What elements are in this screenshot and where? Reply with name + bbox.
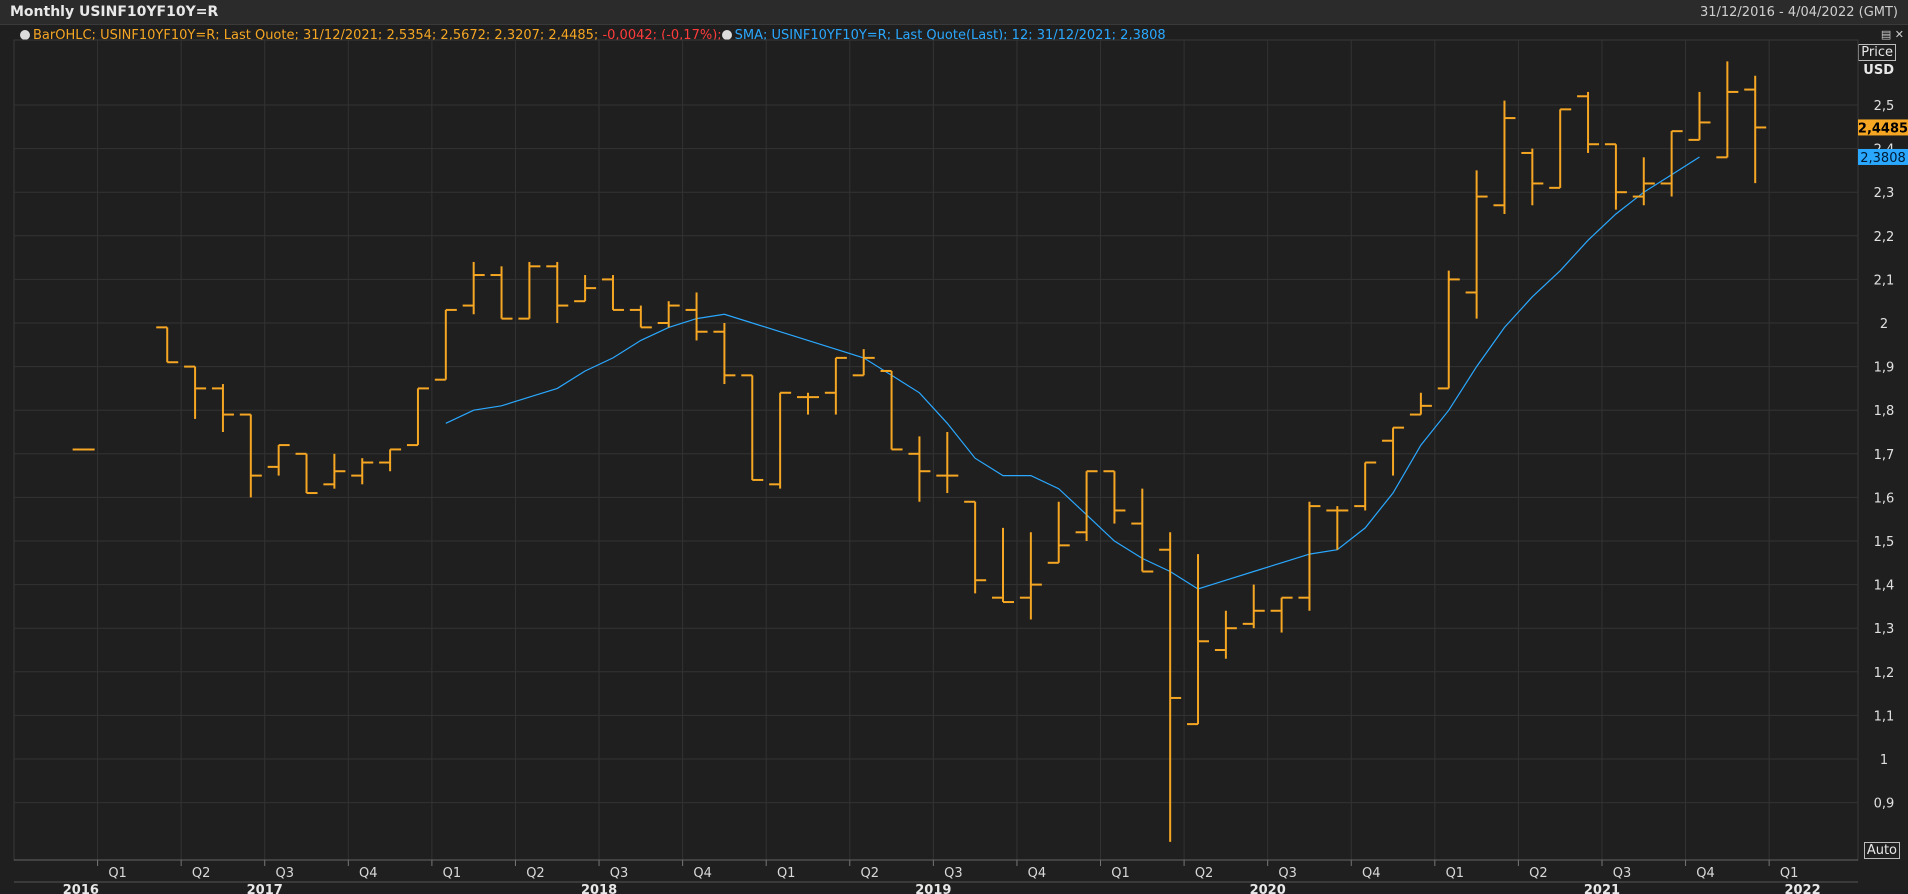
x-year-label: 2017 xyxy=(247,883,283,894)
x-quarter-label: Q1 xyxy=(1446,866,1465,881)
y-tick-label: 1,9 xyxy=(1874,361,1895,376)
x-quarter-label: Q3 xyxy=(275,866,294,881)
x-quarter-label: Q2 xyxy=(861,866,880,881)
last-close-label: 2,4485 xyxy=(1858,121,1908,136)
x-quarter-label: Q3 xyxy=(1278,866,1297,881)
x-quarter-label: Q1 xyxy=(1780,866,1799,881)
x-quarter-label: Q1 xyxy=(108,866,127,881)
x-quarter-label: Q2 xyxy=(192,866,211,881)
x-quarter-label: Q1 xyxy=(443,866,462,881)
last-sma-label: 2,3808 xyxy=(1860,151,1906,166)
x-quarter-label: Q2 xyxy=(526,866,545,881)
x-quarter-label: Q4 xyxy=(1362,866,1381,881)
y-tick-label: 1,8 xyxy=(1874,404,1895,419)
y-tick-label: 2,5 xyxy=(1874,99,1895,114)
y-tick-label: 2,1 xyxy=(1874,273,1895,288)
x-quarter-label: Q3 xyxy=(944,866,963,881)
y-tick-label: 1,6 xyxy=(1874,491,1895,506)
x-quarter-label: Q1 xyxy=(777,866,796,881)
y-tick-label: 0,9 xyxy=(1874,797,1895,812)
y-tick-label: 1,5 xyxy=(1874,535,1895,550)
x-quarter-label: Q3 xyxy=(1613,866,1632,881)
x-year-label: 2016 xyxy=(63,883,99,894)
y-tick-label: 2 xyxy=(1880,317,1888,332)
x-quarter-label: Q2 xyxy=(1195,866,1214,881)
x-quarter-label: Q2 xyxy=(1529,866,1548,881)
x-year-label: 2020 xyxy=(1250,883,1286,894)
y-tick-label: 1,2 xyxy=(1874,666,1895,681)
x-quarter-label: Q4 xyxy=(693,866,712,881)
x-quarter-label: Q1 xyxy=(1111,866,1130,881)
ohlc-chart[interactable]: 0,9 1 1,1 1,2 1,3 1,4 1,5 1,6 1,7 1,8 1,9 2 2,1 2,2 2,… xyxy=(0,0,1908,894)
plot-area xyxy=(13,39,1859,861)
x-year-label: 2019 xyxy=(915,883,951,894)
x-quarter-label: Q4 xyxy=(1028,866,1047,881)
x-year-label: 2018 xyxy=(581,883,617,894)
y-tick-label: 1 xyxy=(1880,753,1888,768)
x-quarter-label: Q4 xyxy=(1696,866,1715,881)
y-tick-label: 2,2 xyxy=(1874,230,1895,245)
x-quarter-label: Q4 xyxy=(359,866,378,881)
x-year-label: 2021 xyxy=(1584,883,1620,894)
x-quarter-label: Q3 xyxy=(610,866,629,881)
y-tick-label: 1,1 xyxy=(1874,709,1895,724)
y-tick-label: 1,7 xyxy=(1874,448,1895,463)
y-tick-label: 1,4 xyxy=(1874,579,1895,594)
y-tick-label: 2,3 xyxy=(1874,186,1895,201)
x-year-label: 2022 xyxy=(1784,883,1820,894)
y-tick-label: 1,3 xyxy=(1874,622,1895,637)
